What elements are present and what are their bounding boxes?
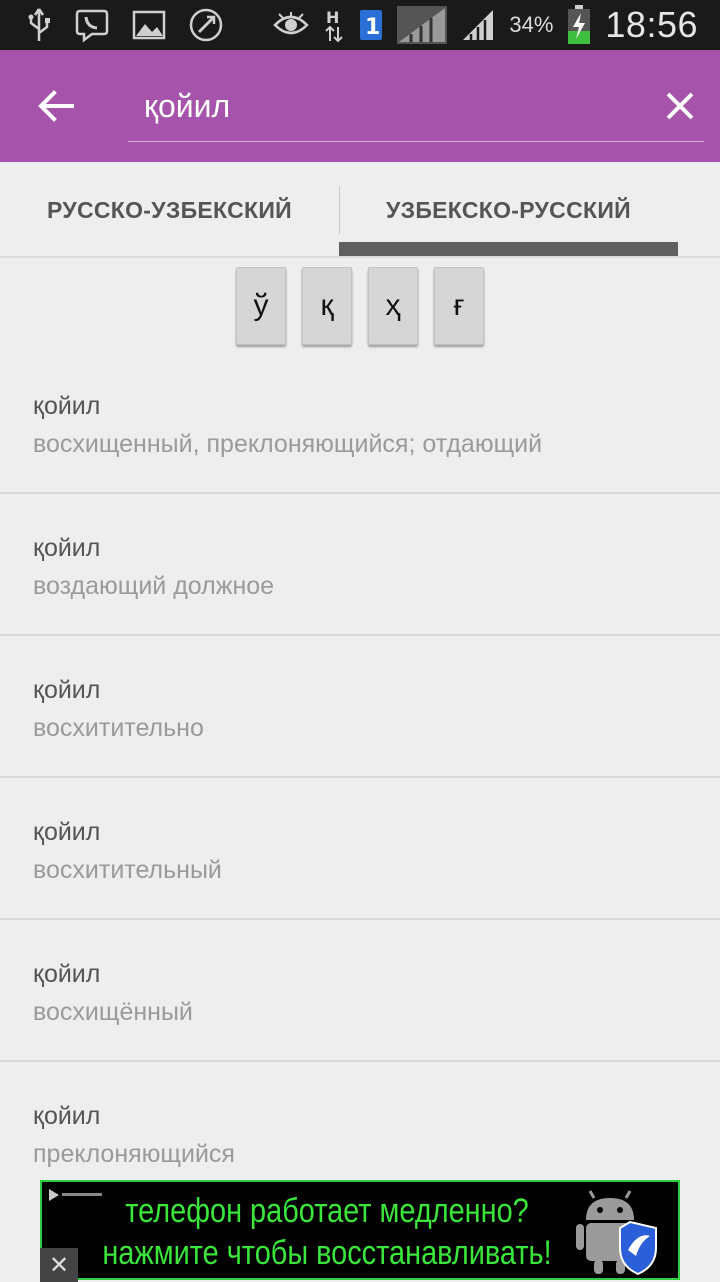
viber-icon	[74, 7, 110, 43]
special-letter-keys: ў қ ҳ ғ	[0, 267, 720, 345]
key-ha[interactable]: ҳ	[368, 267, 418, 345]
signal-icon	[461, 8, 495, 42]
battery-percent: 34%	[509, 12, 554, 37]
clear-search-button[interactable]	[654, 78, 706, 134]
ad-subline: нажмите чтобы восстанавливать!	[102, 1234, 552, 1272]
item-translation: восхитительно	[33, 714, 204, 742]
item-word: қойил	[33, 960, 101, 988]
ad-close-button[interactable]: ✕	[40, 1248, 78, 1282]
search-input[interactable]	[144, 84, 644, 128]
item-translation: восхищённый	[33, 998, 193, 1026]
back-arrow-icon	[38, 90, 74, 122]
list-item[interactable]: қойил восхищённый	[0, 920, 720, 1062]
close-icon	[666, 92, 694, 120]
key-qa[interactable]: қ	[302, 267, 352, 345]
search-field	[128, 70, 704, 142]
ad-headline: телефон работает медленно?	[125, 1192, 529, 1230]
back-button[interactable]	[28, 78, 84, 134]
battery-charging-icon	[567, 5, 591, 45]
results-list: қойил восхищенный, преклоняющийся; отдаю…	[0, 352, 720, 1204]
close-icon: ✕	[48, 1251, 70, 1279]
key-u-breve[interactable]: ў	[236, 267, 286, 345]
signal-icon	[397, 6, 448, 44]
eye-icon	[273, 12, 310, 38]
dictionary-tabs: РУССКО-УЗБЕКСКИЙ УЗБЕКСКО-РУССКИЙ	[0, 162, 720, 258]
app-bar	[0, 50, 720, 162]
item-translation: преклоняющийся	[33, 1140, 235, 1168]
item-translation: воздающий должное	[33, 572, 275, 600]
phone-call-icon	[188, 7, 224, 43]
android-shield-icon	[576, 1190, 660, 1281]
item-word: қойил	[33, 676, 101, 704]
network-h-icon: H	[323, 7, 345, 43]
list-item[interactable]: қойил восхищенный, преклоняющийся; отдаю…	[0, 352, 720, 494]
item-word: қойил	[33, 534, 101, 562]
clock: 18:56	[605, 4, 698, 45]
usb-icon	[26, 7, 52, 43]
gallery-icon	[132, 10, 166, 40]
item-translation: восхитительный	[33, 856, 222, 884]
item-word: қойил	[33, 818, 101, 846]
tab-russian-uzbek[interactable]: РУССКО-УЗБЕКСКИЙ	[0, 162, 339, 258]
list-item[interactable]: қойил восхитительно	[0, 636, 720, 778]
item-translation: восхищенный, преклоняющийся; отдающий	[33, 430, 543, 458]
item-word: қойил	[33, 392, 101, 420]
status-bar: H 1 34% 18:56	[0, 0, 720, 50]
sim1-icon: 1	[359, 9, 383, 41]
tab-selected-indicator	[339, 242, 678, 256]
ad-banner[interactable]: телефон работает медленно? нажмите чтобы…	[40, 1180, 680, 1282]
svg-text:1: 1	[365, 15, 380, 40]
svg-text:H: H	[326, 8, 339, 27]
key-ghayn[interactable]: ғ	[434, 267, 484, 345]
list-item[interactable]: қойил восхитительный	[0, 778, 720, 920]
list-item[interactable]: қойил воздающий должное	[0, 494, 720, 636]
item-word: қойил	[33, 1102, 101, 1130]
